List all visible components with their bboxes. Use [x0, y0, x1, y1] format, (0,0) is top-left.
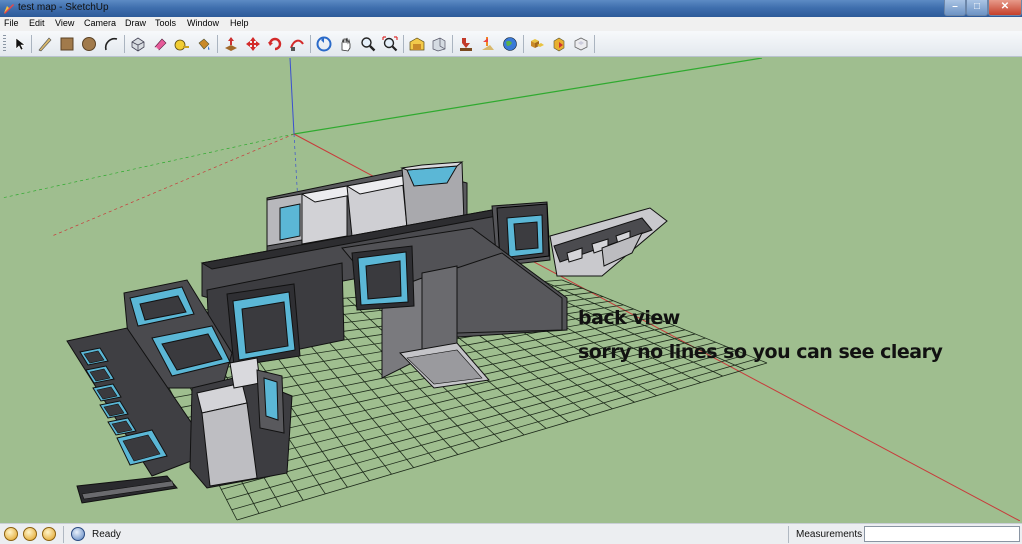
- toolbar-separator: [310, 35, 311, 53]
- 3d-scene: [2, 58, 1020, 521]
- make-component-icon[interactable]: [128, 34, 148, 54]
- push-pull-icon[interactable]: [221, 34, 241, 54]
- measurements-label: Measurements: [796, 529, 863, 540]
- menu-window[interactable]: Window: [187, 18, 219, 28]
- close-button[interactable]: ✕: [988, 0, 1022, 16]
- rotate-tool-icon[interactable]: [265, 34, 285, 54]
- google-earth-icon[interactable]: [500, 34, 520, 54]
- green-axis: [293, 58, 763, 135]
- sketchup-window: test map - SketchUp – □ ✕ File Edit View…: [0, 0, 1022, 544]
- toolbar-grip[interactable]: [3, 35, 6, 53]
- select-tool-icon[interactable]: [9, 34, 29, 54]
- annotation-back-view: back view: [578, 307, 680, 329]
- help-icon[interactable]: [71, 527, 85, 541]
- annotation-note: sorry no lines so you can see cleary: [578, 341, 943, 363]
- menu-help[interactable]: Help: [230, 18, 249, 28]
- credits-icon[interactable]: [23, 527, 37, 541]
- grid-line: [236, 362, 768, 521]
- menu-camera[interactable]: Camera: [84, 18, 116, 28]
- sign-in-icon[interactable]: [42, 527, 56, 541]
- share-model-icon[interactable]: [429, 34, 449, 54]
- circle-tool-icon[interactable]: [79, 34, 99, 54]
- toolbar-separator: [403, 35, 404, 53]
- toolbar-separator: [523, 35, 524, 53]
- menu-edit[interactable]: Edit: [29, 18, 45, 28]
- menu-tools[interactable]: Tools: [155, 18, 176, 28]
- maximize-button[interactable]: □: [966, 0, 988, 16]
- pencil-line-tool-icon[interactable]: [35, 34, 55, 54]
- status-bar: Ready Measurements: [0, 523, 1022, 544]
- menu-bar: File Edit View Camera Draw Tools Window …: [0, 17, 1022, 31]
- toolbar: [0, 31, 1022, 57]
- red-axis-negative: [51, 133, 295, 237]
- follow-me-icon[interactable]: [287, 34, 307, 54]
- measurements-input[interactable]: [864, 526, 1020, 542]
- arc-tool-icon[interactable]: [101, 34, 121, 54]
- extension-warehouse-icon[interactable]: [549, 34, 569, 54]
- model-structure: [66, 161, 668, 504]
- layout-icon[interactable]: [571, 34, 591, 54]
- toolbar-separator: [31, 35, 32, 53]
- title-bar: test map - SketchUp – □ ✕: [0, 0, 1022, 17]
- menu-file[interactable]: File: [4, 18, 19, 28]
- zoom-tool-icon[interactable]: [358, 34, 378, 54]
- status-divider: [63, 526, 64, 543]
- toolbar-separator: [124, 35, 125, 53]
- add-location-icon[interactable]: [478, 34, 498, 54]
- menu-draw[interactable]: Draw: [125, 18, 146, 28]
- 3d-warehouse-icon[interactable]: [407, 34, 427, 54]
- geo-location-icon[interactable]: [4, 527, 18, 541]
- window-title: test map - SketchUp: [18, 2, 109, 13]
- toolbar-separator: [594, 35, 595, 53]
- green-axis-negative: [2, 133, 295, 199]
- tape-measure-icon[interactable]: [172, 34, 192, 54]
- eraser-tool-icon[interactable]: [150, 34, 170, 54]
- components-icon[interactable]: [527, 34, 547, 54]
- toolbar-separator: [217, 35, 218, 53]
- zoom-extents-icon[interactable]: [380, 34, 400, 54]
- sketchup-app-icon: [4, 4, 14, 14]
- get-models-icon[interactable]: [456, 34, 476, 54]
- pan-tool-icon[interactable]: [336, 34, 356, 54]
- orbit-tool-icon[interactable]: [314, 34, 334, 54]
- blue-axis: [289, 58, 295, 135]
- paint-bucket-icon[interactable]: [194, 34, 214, 54]
- status-text: Ready: [92, 529, 121, 540]
- toolbar-separator: [452, 35, 453, 53]
- minimize-button[interactable]: –: [944, 0, 966, 16]
- model-viewport[interactable]: back view sorry no lines so you can see …: [2, 58, 1020, 521]
- move-tool-icon[interactable]: [243, 34, 263, 54]
- rectangle-tool-icon[interactable]: [57, 34, 77, 54]
- menu-view[interactable]: View: [55, 18, 74, 28]
- status-divider: [788, 526, 789, 543]
